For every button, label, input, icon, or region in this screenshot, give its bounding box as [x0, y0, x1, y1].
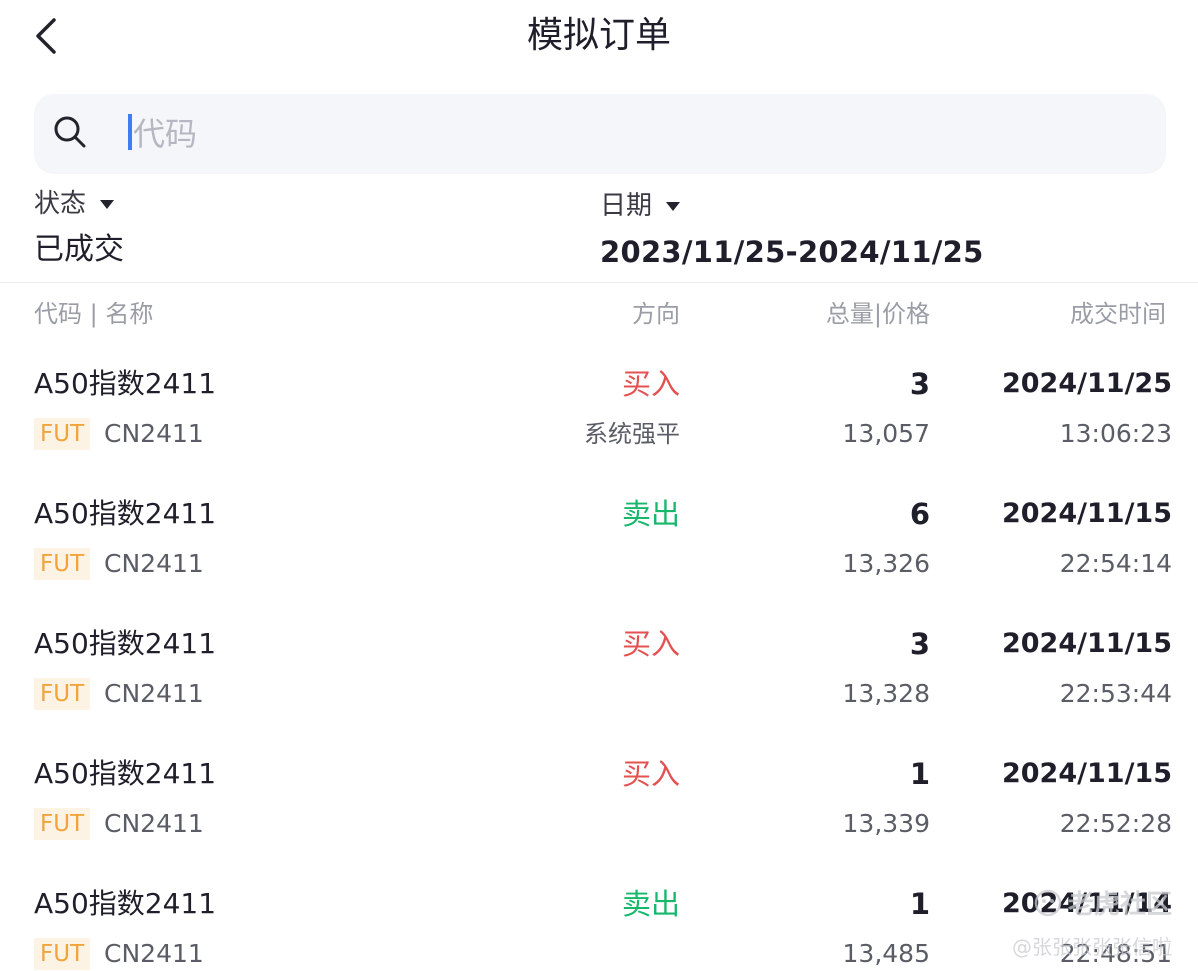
instrument-name: A50指数2411 [34, 757, 217, 790]
direction-label: 买入 [621, 367, 680, 401]
order-note: 系统强平 [584, 420, 680, 448]
tiger-logo-icon [1034, 889, 1062, 916]
divider [0, 282, 1198, 283]
instrument-code: CN2411 [104, 679, 204, 708]
date-filter[interactable]: 日期 2023/11/25-2024/11/25 [600, 190, 984, 272]
page-title: 模拟订单 [526, 15, 671, 56]
type-badge: FUT [34, 678, 91, 710]
instrument-code: CN2411 [104, 939, 204, 968]
fill-date: 2024/11/15 [1001, 498, 1172, 529]
order-quantity: 1 [909, 887, 930, 921]
status-filter-label: 状态 [34, 189, 87, 219]
caret-down-icon [666, 201, 681, 211]
watermark: 老虎社区 @张张张张张信啦 [1012, 884, 1172, 960]
text-cursor [128, 114, 132, 150]
direction-label: 卖出 [621, 887, 680, 921]
column-header-code-name: 代码 | 名称 [34, 300, 154, 328]
order-row[interactable]: A50指数2411 FUT CN2411 买入 3 13,328 2024/11… [0, 624, 1198, 754]
column-header-direction: 方向 [632, 300, 680, 328]
order-row[interactable]: A50指数2411 FUT CN2411 买入 1 13,339 2024/11… [0, 754, 1198, 884]
instrument-name: A50指数2411 [34, 627, 217, 660]
direction-label: 买入 [621, 757, 680, 791]
order-row[interactable]: A50指数2411 FUT CN2411 买入 系统强平 3 13,057 20… [0, 364, 1198, 494]
order-quantity: 6 [909, 497, 930, 531]
header: 模拟订单 [0, 0, 1198, 80]
search-input[interactable] [133, 106, 1133, 162]
fill-time: 22:52:28 [1059, 809, 1172, 838]
direction-label: 卖出 [621, 497, 680, 531]
order-price: 13,057 [842, 419, 930, 448]
type-badge: FUT [34, 938, 91, 970]
instrument-code: CN2411 [104, 809, 204, 838]
order-page: 模拟订单 状态 已成交 日期 2023/11/25-2024/11/25 代码 … [0, 0, 1198, 971]
fill-time: 22:54:14 [1059, 549, 1172, 578]
watermark-title: 老虎社区 [1067, 890, 1172, 920]
order-price: 13,328 [842, 679, 930, 708]
search-icon [52, 114, 88, 150]
instrument-name: A50指数2411 [34, 367, 217, 400]
instrument-code: CN2411 [104, 419, 204, 448]
order-price: 13,339 [842, 809, 930, 838]
search-bar[interactable] [34, 94, 1166, 174]
fill-date: 2024/11/15 [1001, 758, 1172, 789]
instrument-code: CN2411 [104, 549, 204, 578]
fill-date: 2024/11/15 [1001, 628, 1172, 659]
caret-down-icon [100, 199, 115, 209]
order-quantity: 3 [909, 367, 930, 401]
order-quantity: 1 [909, 757, 930, 791]
column-header-time: 成交时间 [1070, 300, 1166, 328]
instrument-name: A50指数2411 [34, 497, 217, 530]
direction-label: 买入 [621, 627, 680, 661]
fill-date: 2024/11/25 [1001, 368, 1172, 399]
type-badge: FUT [34, 808, 91, 840]
status-filter[interactable]: 状态 已成交 [34, 188, 124, 270]
column-header-qty-price: 总量|价格 [825, 300, 930, 328]
order-price: 13,326 [842, 549, 930, 578]
fill-time: 22:53:44 [1059, 679, 1172, 708]
order-price: 13,485 [842, 939, 930, 968]
type-badge: FUT [34, 548, 91, 580]
instrument-name: A50指数2411 [34, 887, 217, 920]
watermark-user: @张张张张张信啦 [1012, 935, 1172, 959]
date-filter-value: 2023/11/25-2024/11/25 [600, 235, 984, 269]
status-filter-value: 已成交 [34, 232, 124, 267]
date-filter-label: 日期 [600, 191, 653, 221]
order-quantity: 3 [909, 627, 930, 661]
type-badge: FUT [34, 418, 91, 450]
order-row[interactable]: A50指数2411 FUT CN2411 卖出 6 13,326 2024/11… [0, 494, 1198, 624]
fill-time: 13:06:23 [1059, 419, 1172, 448]
